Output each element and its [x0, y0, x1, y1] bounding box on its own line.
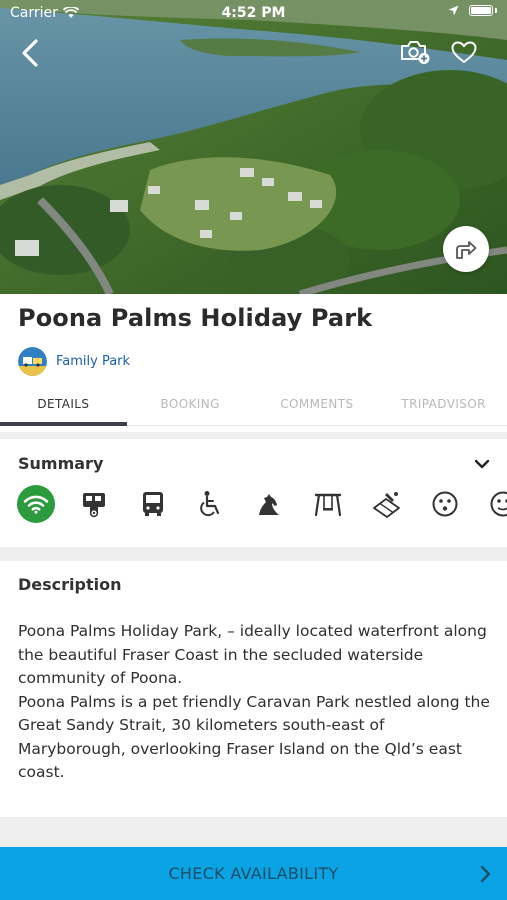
wheelchair-icon: [191, 485, 229, 523]
location-arrow-icon: [448, 5, 459, 16]
check-availability-label: CHECK AVAILABILITY: [168, 864, 339, 883]
smiley-face-icon: [426, 485, 464, 523]
tab-tripadvisor[interactable]: TRIPADVISOR: [380, 389, 507, 425]
battery-tip: [495, 8, 497, 13]
description-paragraph: Poona Palms is a pet friendly Caravan Pa…: [18, 692, 490, 782]
chevron-right-icon: [480, 865, 491, 883]
hero-photo: Carrier 4:52 PM: [0, 0, 507, 294]
favorite-button[interactable]: [448, 37, 480, 67]
bus-icon: [134, 485, 172, 523]
chevron-down-icon[interactable]: [471, 453, 493, 475]
share-icon: [456, 241, 477, 259]
horse-icon: [250, 485, 288, 523]
battery-icon: [469, 5, 493, 16]
status-bar: Carrier 4:52 PM: [0, 0, 507, 28]
back-button[interactable]: [14, 36, 46, 70]
category-label: Family Park: [56, 354, 131, 369]
check-availability-button[interactable]: CHECK AVAILABILITY: [0, 847, 507, 900]
tab-details[interactable]: DETAILS: [0, 389, 127, 426]
face-icon: [484, 485, 507, 523]
wifi-icon: [17, 485, 55, 523]
status-right: [448, 5, 497, 16]
family-park-icon: [18, 347, 47, 376]
playground-swing-icon: [309, 485, 347, 523]
back-arrow-icon: [22, 39, 38, 67]
category-link[interactable]: Family Park: [18, 347, 130, 376]
description-paragraph: Poona Palms Holiday Park, – ideally loca…: [18, 622, 487, 687]
tab-bar: DETAILS BOOKING COMMENTS TRIPADVISOR: [0, 389, 507, 426]
summary-title: Summary: [18, 454, 104, 473]
park-header: Poona Palms Holiday Park Family Park DET…: [0, 294, 507, 432]
heart-icon: [451, 41, 477, 63]
park-title: Poona Palms Holiday Park: [18, 304, 373, 332]
tab-booking[interactable]: BOOKING: [127, 389, 254, 425]
share-button[interactable]: [443, 226, 489, 272]
add-photo-camera-icon: [401, 41, 430, 64]
tab-comments[interactable]: COMMENTS: [254, 389, 381, 425]
add-photo-button[interactable]: [398, 36, 432, 68]
description-text: Poona Palms Holiday Park, – ideally loca…: [18, 620, 493, 785]
status-time: 4:52 PM: [221, 5, 286, 21]
summary-card: Summary: [0, 439, 507, 547]
description-card: Description Poona Palms Holiday Park, – …: [0, 561, 507, 817]
tennis-icon: [367, 485, 405, 523]
amenities-row[interactable]: [0, 485, 507, 525]
caravan-icon: [75, 485, 113, 523]
description-title: Description: [18, 575, 122, 594]
